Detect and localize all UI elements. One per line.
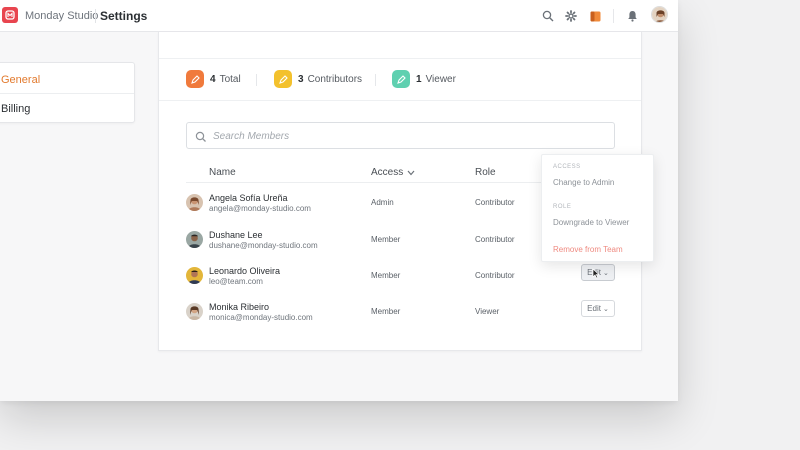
member-email: angela@monday-studio.com	[209, 204, 311, 213]
member-access: Member	[371, 271, 401, 280]
search-icon	[195, 130, 207, 142]
stat-viewer-count: 1	[416, 73, 422, 85]
change-to-admin-option[interactable]: Change to Admin	[553, 178, 614, 187]
sidebar-divider	[0, 93, 134, 94]
sidebar-item-general[interactable]: General	[1, 74, 40, 86]
dropdown-access-heading: ACCESS	[553, 164, 581, 170]
title-divider	[95, 9, 96, 23]
member-avatar	[186, 231, 203, 248]
member-role: Contributor	[475, 271, 515, 280]
stat-total-count: 4	[210, 73, 216, 85]
stat-total: 4 Total	[186, 70, 241, 88]
column-header-role: Role	[475, 167, 496, 178]
edit-member-dropdown: ACCESS Change to Admin ROLE Downgrade to…	[541, 154, 654, 262]
app-name: Monday Studio	[25, 10, 99, 22]
app-window: Monday Studio Settings General Billing 4…	[0, 0, 678, 401]
stat-divider	[256, 74, 257, 86]
gear-icon[interactable]	[563, 8, 579, 24]
remove-from-team-option[interactable]: Remove from Team	[553, 245, 623, 254]
dropdown-role-heading: ROLE	[553, 204, 572, 210]
user-avatar[interactable]	[651, 6, 668, 23]
topbar-divider	[613, 9, 614, 23]
edit-button-label: Edit	[587, 304, 601, 313]
contributors-icon	[274, 70, 292, 88]
member-role: Viewer	[475, 307, 500, 316]
stat-contributors: 3 Contributors	[274, 70, 362, 88]
sidebar-item-billing[interactable]: Billing	[1, 103, 30, 115]
member-name: Dushane Lee	[209, 230, 263, 240]
table-row: Monika Ribeiro monica@monday-studio.com …	[186, 300, 615, 330]
member-avatar	[186, 303, 203, 320]
stat-total-label: Total	[219, 73, 241, 85]
member-role: Contributor	[475, 198, 515, 207]
edit-member-button[interactable]: Edit ⌄	[581, 300, 615, 317]
member-email: dushane@monday-studio.com	[209, 241, 318, 250]
column-header-name: Name	[209, 167, 236, 178]
member-role: Contributor	[475, 235, 515, 244]
bell-icon[interactable]	[624, 8, 640, 24]
stat-viewer: 1 Viewer	[392, 70, 456, 88]
members-total-icon	[186, 70, 204, 88]
member-name: Monika Ribeiro	[209, 302, 270, 312]
table-row: Leonardo Oliveira leo@team.com Member Co…	[186, 264, 615, 294]
stats-divider	[159, 100, 641, 101]
page-title: Settings	[100, 9, 148, 23]
member-access: Admin	[371, 198, 394, 207]
member-email: leo@team.com	[209, 277, 263, 286]
downgrade-to-viewer-option[interactable]: Downgrade to Viewer	[553, 218, 629, 227]
member-email: monica@monday-studio.com	[209, 313, 313, 322]
member-avatar	[186, 194, 203, 211]
column-header-access[interactable]: Access	[371, 167, 415, 178]
settings-sidebar: General Billing	[0, 62, 135, 123]
mouse-cursor-icon	[592, 266, 600, 279]
member-avatar	[186, 267, 203, 284]
search-input[interactable]	[213, 127, 603, 145]
member-name: Angela Sofía Ureña	[209, 193, 288, 203]
member-access: Member	[371, 307, 401, 316]
chevron-down-icon: ⌄	[602, 269, 609, 277]
top-bar: Monday Studio Settings	[0, 0, 678, 32]
stat-contributors-label: Contributors	[307, 73, 363, 85]
chevron-down-icon	[407, 170, 415, 175]
search-icon[interactable]	[540, 8, 556, 24]
chevron-down-icon: ⌄	[602, 305, 609, 313]
member-name: Leonardo Oliveira	[209, 266, 281, 276]
layout-icon[interactable]	[587, 8, 603, 24]
column-header-access-label: Access	[371, 167, 404, 178]
stat-contributors-count: 3	[298, 73, 304, 85]
stat-divider	[375, 74, 376, 86]
search-box	[186, 122, 615, 149]
member-access: Member	[371, 235, 401, 244]
app-logo-icon[interactable]	[2, 7, 18, 23]
viewer-icon	[392, 70, 410, 88]
panel-header-divider	[159, 58, 641, 59]
stat-viewer-label: Viewer	[425, 73, 456, 85]
